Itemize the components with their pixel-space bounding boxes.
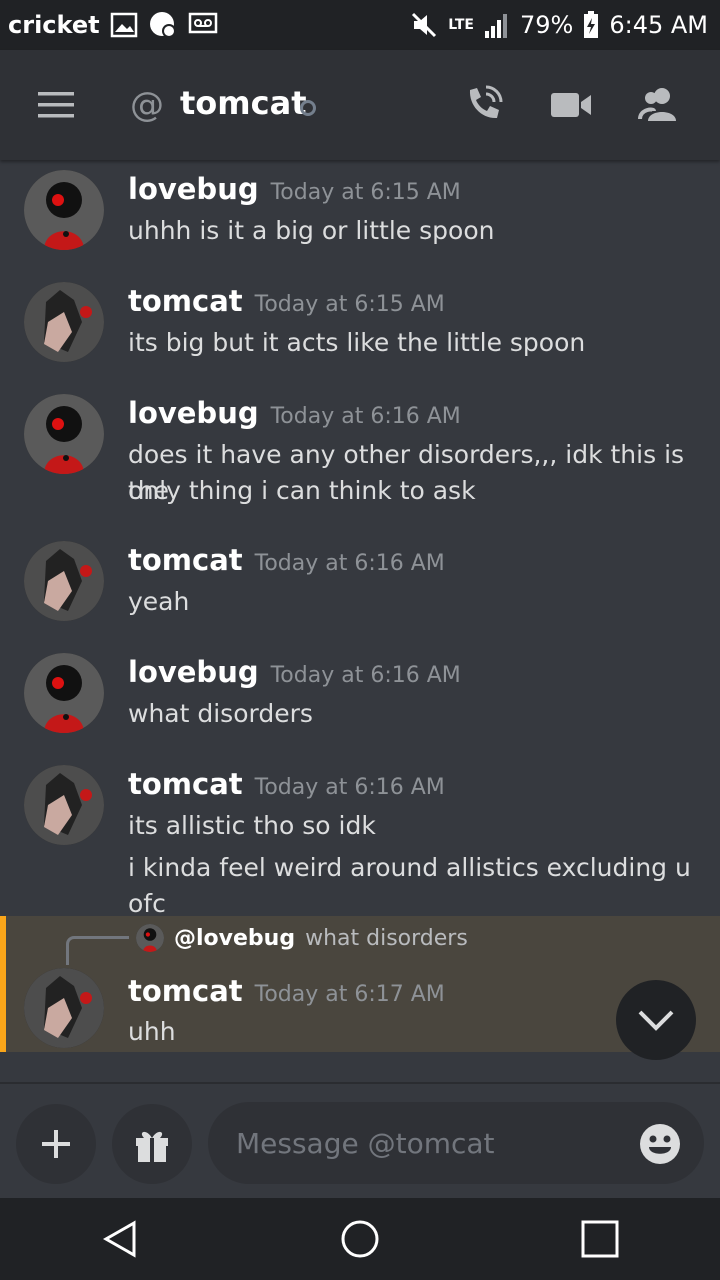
message-text: only thing i can think to ask	[128, 476, 476, 505]
message-input[interactable]	[208, 1102, 704, 1184]
reply-message-item[interactable]: @lovebug what disorders tomcat Today at 6…	[0, 916, 720, 1052]
page-title: tomcat	[180, 84, 307, 122]
reply-avatar	[136, 924, 164, 952]
gift-button[interactable]	[112, 1104, 192, 1184]
message-list[interactable]: lovebug Today at 6:15 AM uhhh is it a big…	[0, 160, 720, 1082]
message-timestamp: Today at 6:17 AM	[254, 982, 445, 1007]
message-timestamp: Today at 6:15 AM	[254, 292, 445, 317]
voice-call-icon[interactable]	[460, 82, 506, 128]
gift-icon	[136, 1131, 168, 1162]
message-text: uhhh is it a big or little spoon	[128, 216, 495, 245]
emoji-icon[interactable]	[638, 1122, 682, 1166]
voicemail-icon	[188, 12, 218, 38]
message-timestamp: Today at 6:16 AM	[254, 775, 445, 800]
video-call-icon[interactable]	[548, 82, 594, 128]
message-text: its allistic tho so idk	[128, 811, 376, 840]
status-bar: cricket LTE 79% 6:45 AM	[0, 0, 720, 50]
mute-icon	[410, 11, 438, 39]
message-author[interactable]: lovebug Today at 6:16 AM	[128, 396, 461, 430]
message-composer	[0, 1082, 720, 1200]
avatar[interactable]	[24, 653, 104, 733]
network-label: LTE	[448, 17, 474, 33]
avatar[interactable]	[24, 282, 104, 362]
avatar[interactable]	[24, 541, 104, 621]
carrier-label: cricket	[8, 11, 100, 39]
message-text: uhh	[128, 1017, 176, 1046]
reply-preview-text: what disorders	[305, 925, 468, 951]
add-icon	[42, 1130, 70, 1158]
avatar[interactable]	[24, 170, 104, 250]
at-icon: @	[130, 85, 164, 125]
message-timestamp: Today at 6:16 AM	[270, 663, 461, 688]
image-icon	[110, 12, 138, 38]
avatar[interactable]	[24, 394, 104, 474]
message-text: its big but it acts like the little spoo…	[128, 328, 586, 357]
message-text: yeah	[128, 587, 190, 616]
reply-reference[interactable]: @lovebug what disorders	[136, 924, 468, 952]
menu-icon[interactable]	[38, 92, 74, 118]
avatar[interactable]	[24, 968, 104, 1048]
members-icon[interactable]	[636, 82, 682, 128]
add-attachment-button[interactable]	[16, 1104, 96, 1184]
recents-icon[interactable]	[560, 1209, 640, 1269]
message-author[interactable]: tomcat Today at 6:16 AM	[128, 767, 445, 801]
message-text: what disorders	[128, 699, 313, 728]
reply-connector	[66, 936, 129, 965]
battery-percentage: 79%	[520, 11, 574, 39]
chevron-down-icon	[638, 1010, 674, 1031]
message-timestamp: Today at 6:15 AM	[270, 180, 461, 205]
channel-header: @ tomcat	[0, 50, 720, 160]
message-author[interactable]: tomcat Today at 6:17 AM	[128, 974, 445, 1008]
message-timestamp: Today at 6:16 AM	[254, 551, 445, 576]
offline-status-icon	[300, 100, 316, 116]
signal-icon	[484, 11, 510, 39]
notification-icon	[148, 10, 178, 40]
message-author[interactable]: lovebug Today at 6:15 AM	[128, 172, 461, 206]
message-author[interactable]: tomcat Today at 6:15 AM	[128, 284, 445, 318]
back-icon[interactable]	[80, 1209, 160, 1269]
scroll-to-bottom-button[interactable]	[616, 980, 696, 1060]
message-author[interactable]: tomcat Today at 6:16 AM	[128, 543, 445, 577]
system-nav-bar	[0, 1198, 720, 1280]
clock: 6:45 AM	[609, 11, 708, 39]
message-text: i kinda feel weird around allistics excl…	[128, 853, 691, 918]
home-icon[interactable]	[320, 1209, 400, 1269]
message-timestamp: Today at 6:16 AM	[270, 404, 461, 429]
battery-charging-icon	[583, 11, 599, 39]
avatar[interactable]	[24, 765, 104, 845]
reply-author[interactable]: @lovebug	[174, 926, 295, 951]
message-author[interactable]: lovebug Today at 6:16 AM	[128, 655, 461, 689]
